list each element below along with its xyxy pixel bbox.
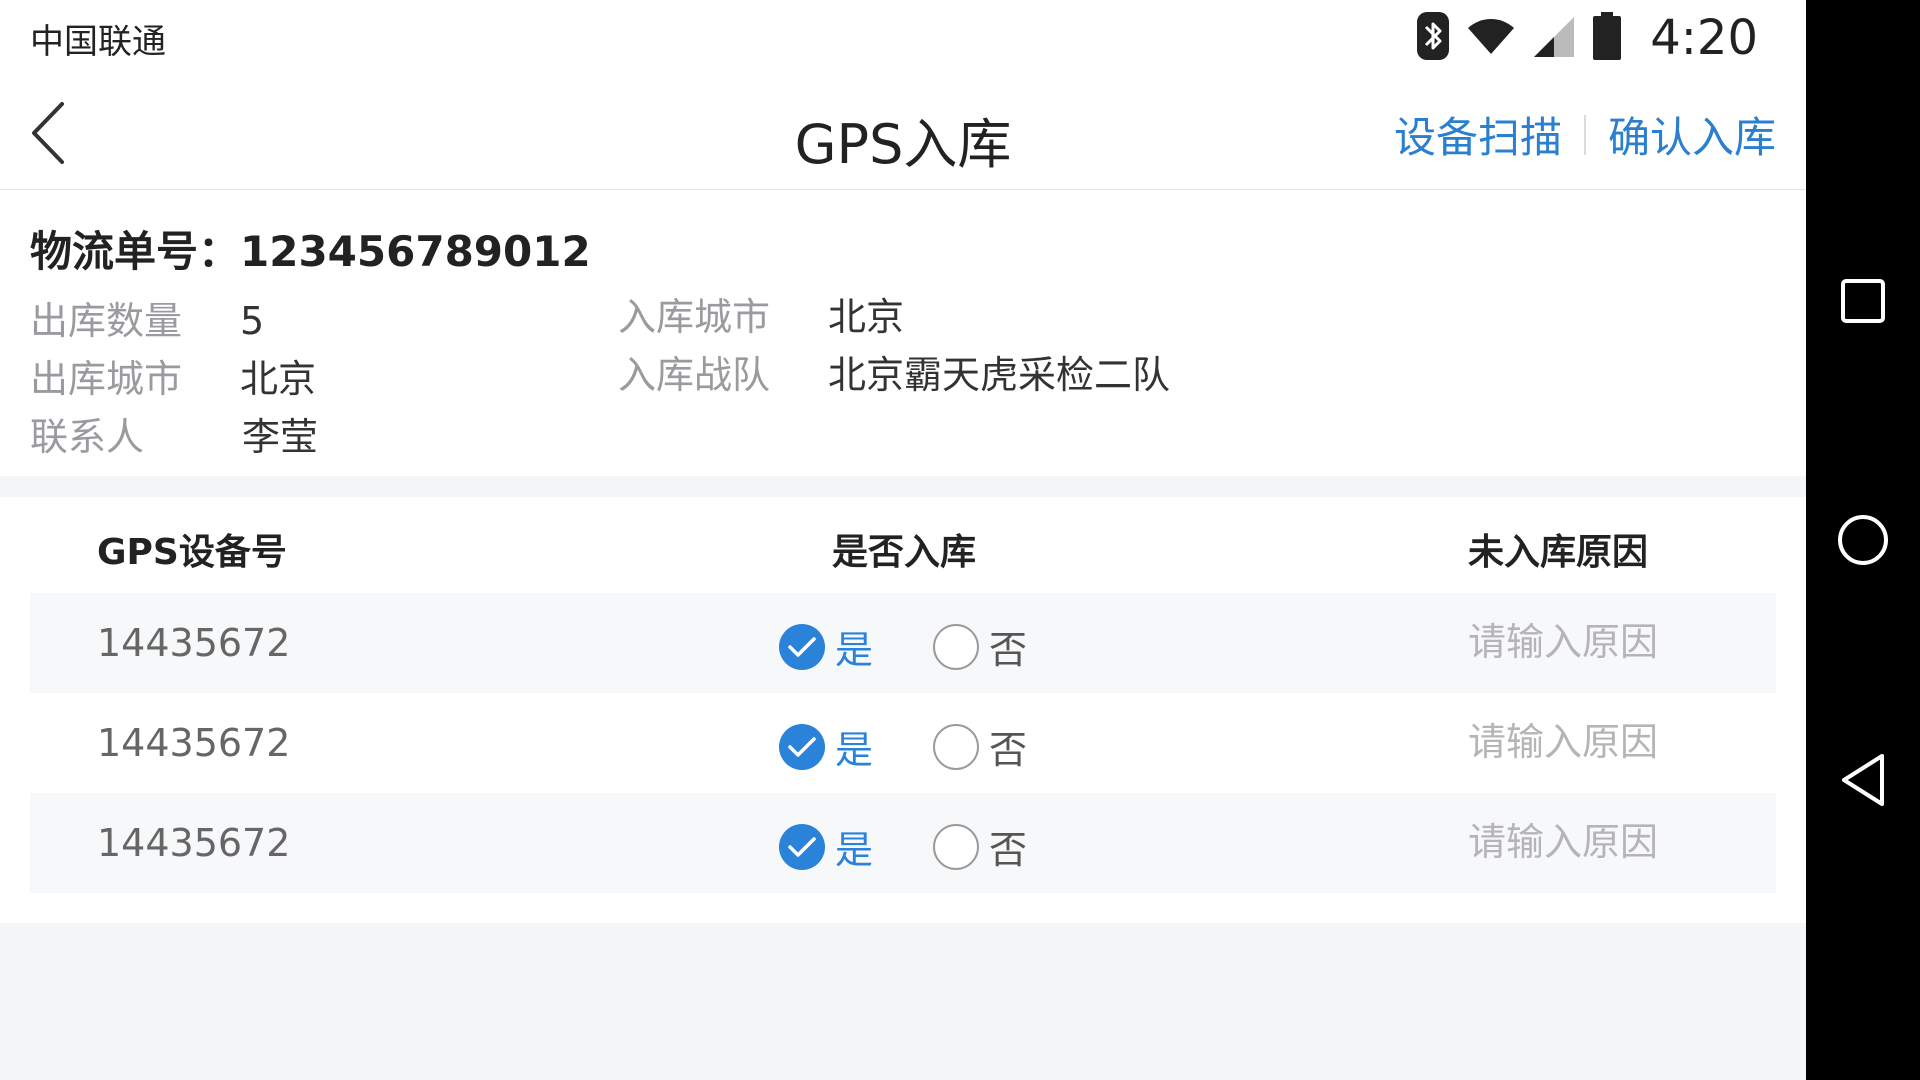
order-info-panel: 物流单号：123456789012 出库数量 5 出库城市 北京 联系人 李莹 入库城… — [0, 190, 1806, 476]
scan-device-button[interactable]: 设备扫描 — [1394, 104, 1562, 165]
app-screen: 中国联通 4:20 GPS入库 设备扫描 确认入库 物流单号：123456789… — [0, 0, 1806, 1080]
bluetooth-icon — [1416, 11, 1450, 65]
info-label: 入库战队 — [618, 353, 771, 397]
radio-no-label: 否 — [989, 628, 1028, 672]
order-number: 物流单号：123456789012 — [30, 218, 591, 279]
inbound-team: 入库战队 北京霸天虎采检二队 — [618, 344, 1170, 399]
radio-yes[interactable]: 是 — [779, 619, 873, 674]
radio-no[interactable]: 否 — [933, 719, 1027, 774]
info-label: 入库城市 — [618, 295, 771, 339]
app-header: GPS入库 设备扫描 确认入库 — [0, 74, 1806, 190]
header-actions: 设备扫描 确认入库 — [1394, 104, 1776, 165]
info-value: 北京 — [240, 357, 317, 401]
system-nav-bar — [1806, 0, 1920, 1080]
info-label: 出库数量 — [30, 299, 183, 343]
status-icons: 4:20 — [1416, 8, 1758, 68]
radio-yes-label: 是 — [835, 828, 874, 872]
info-value: 北京霸天虎采检二队 — [828, 353, 1171, 397]
info-label: 联系人 — [30, 415, 145, 459]
clock: 4:20 — [1650, 10, 1758, 66]
wifi-icon — [1466, 16, 1516, 60]
back-icon[interactable] — [1806, 735, 1920, 825]
reason-input[interactable] — [1468, 817, 1728, 867]
radio-no-label: 否 — [989, 728, 1028, 772]
radio-yes[interactable]: 是 — [779, 819, 873, 874]
column-header-device-id: GPS设备号 — [97, 532, 287, 573]
table-header: GPS设备号 是否入库 未入库原因 — [0, 497, 1806, 589]
table-row: 14435672 是 否 — [30, 793, 1776, 893]
table-row: 14435672 是 否 — [30, 593, 1776, 693]
confirm-stock-in-button[interactable]: 确认入库 — [1608, 104, 1776, 165]
radio-no[interactable]: 否 — [933, 619, 1027, 674]
column-header-reason: 未入库原因 — [1468, 532, 1649, 573]
radio-empty-icon — [933, 723, 979, 770]
info-value: 5 — [240, 299, 265, 343]
action-divider — [1583, 114, 1586, 155]
reason-input[interactable] — [1468, 717, 1728, 767]
inbound-city: 入库城市 北京 — [618, 286, 904, 341]
signal-icon — [1532, 13, 1576, 63]
radio-yes-label: 是 — [835, 728, 874, 772]
order-number-value: 123456789012 — [240, 227, 591, 276]
device-id: 14435672 — [97, 721, 291, 765]
order-number-label: 物流单号： — [30, 227, 241, 276]
radio-no-label: 否 — [989, 828, 1028, 872]
radio-empty-icon — [933, 623, 979, 670]
reason-input[interactable] — [1468, 617, 1728, 667]
status-bar: 中国联通 4:20 — [0, 0, 1806, 74]
radio-yes[interactable]: 是 — [779, 719, 873, 774]
outbound-quantity: 出库数量 5 — [30, 290, 264, 345]
device-id: 14435672 — [97, 621, 291, 665]
recent-apps-icon[interactable] — [1806, 256, 1920, 346]
contact-person: 联系人 李莹 — [30, 406, 318, 461]
carrier-name: 中国联通 — [30, 22, 166, 62]
radio-checked-icon — [779, 623, 825, 670]
radio-empty-icon — [933, 823, 979, 870]
battery-icon — [1592, 11, 1622, 65]
radio-yes-label: 是 — [835, 628, 874, 672]
home-icon[interactable] — [1806, 495, 1920, 585]
device-id: 14435672 — [97, 821, 291, 865]
info-value: 北京 — [828, 295, 905, 339]
table-row: 14435672 是 否 — [30, 693, 1776, 793]
radio-checked-icon — [779, 723, 825, 770]
outbound-city: 出库城市 北京 — [30, 348, 316, 403]
gps-device-table: GPS设备号 是否入库 未入库原因 14435672 是 否 14435672 — [0, 497, 1806, 923]
radio-checked-icon — [779, 823, 825, 870]
radio-no[interactable]: 否 — [933, 819, 1027, 874]
info-label: 出库城市 — [30, 357, 183, 401]
info-value: 李莹 — [242, 415, 319, 459]
column-header-in-stock: 是否入库 — [832, 532, 977, 573]
